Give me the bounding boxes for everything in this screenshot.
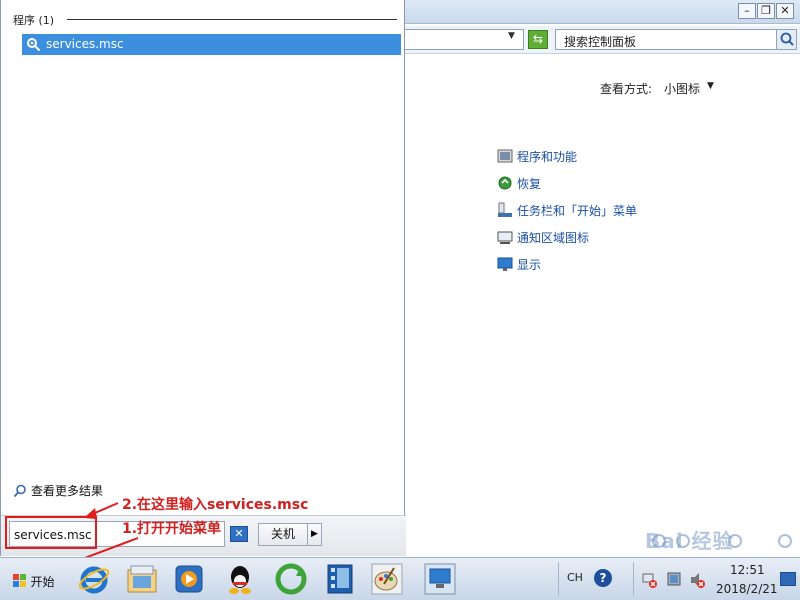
shutdown-options-icon[interactable]: ▶: [308, 523, 322, 546]
qq-icon[interactable]: [223, 562, 257, 596]
highlight-search-box: [5, 516, 97, 549]
more-results-link[interactable]: 查看更多结果: [13, 482, 103, 499]
notification-icon: [497, 229, 513, 245]
section-divider: [67, 19, 397, 20]
explorer-icon[interactable]: [125, 562, 159, 596]
help-icon[interactable]: ?: [594, 569, 612, 587]
cp-item-display[interactable]: 显示: [497, 255, 541, 273]
recovery-icon: [497, 175, 513, 191]
cp-item-label: 程序和功能: [517, 149, 578, 164]
cp-item-label: 通知区域图标: [517, 230, 590, 245]
video-icon[interactable]: [323, 562, 357, 596]
gear-icon: [26, 37, 41, 52]
cp-item-recovery[interactable]: 恢复: [497, 174, 541, 192]
clock-date[interactable]: 2018/2/21: [716, 582, 778, 596]
network-error-icon[interactable]: [642, 572, 658, 588]
start-menu: 程序 (1) services.msc 查看更多结果: [0, 0, 406, 556]
address-dropdown-icon[interactable]: ▼: [508, 31, 515, 41]
cp-item-programs[interactable]: 程序和功能: [497, 147, 577, 165]
cp-item-taskbar[interactable]: 任务栏和「开始」菜单: [497, 201, 637, 219]
address-field[interactable]: [404, 29, 524, 50]
tray-divider: [558, 562, 559, 596]
maximize-button[interactable]: ❐: [757, 3, 775, 19]
close-button[interactable]: ✕: [776, 3, 794, 19]
show-desktop-button[interactable]: [780, 572, 796, 586]
paint-icon[interactable]: [370, 562, 404, 596]
windows-logo-icon: [13, 574, 27, 588]
refresh-app-icon[interactable]: [274, 562, 308, 596]
search-input[interactable]: 搜索控制面板: [555, 29, 797, 50]
watermark-text: Bai 经验: [645, 529, 734, 553]
annotation-step-1: 1.打开开始菜单: [122, 521, 222, 537]
search-icon[interactable]: [776, 30, 796, 49]
search-placeholder: 搜索控制面板: [564, 35, 637, 49]
search-icon: [13, 484, 27, 498]
cp-item-label: 显示: [517, 257, 542, 272]
annotation-step-2: 2.在这里输入services.msc: [122, 497, 309, 513]
cp-item-notification[interactable]: 通知区域图标: [497, 228, 589, 246]
display-icon: [497, 256, 513, 272]
minimize-button[interactable]: –: [738, 3, 756, 19]
cp-item-label: 任务栏和「开始」菜单: [517, 203, 638, 218]
watermark-icon: [778, 534, 792, 548]
shutdown-button[interactable]: 关机: [258, 523, 308, 546]
view-by-label: 查看方式:: [600, 82, 653, 96]
cp-item-label: 恢复: [517, 176, 542, 191]
search-result-label: services.msc: [46, 37, 124, 51]
speaker-error-icon[interactable]: [690, 572, 706, 588]
section-header: 程序 (1): [13, 14, 55, 27]
start-label: 开始: [30, 574, 55, 589]
view-by-dropdown[interactable]: 小图标: [664, 80, 700, 97]
more-results-label: 查看更多结果: [31, 484, 104, 498]
taskbar-icon: [497, 202, 513, 218]
clock-time[interactable]: 12:51: [730, 563, 765, 577]
language-indicator[interactable]: CH: [567, 571, 583, 584]
remote-desktop-icon[interactable]: [423, 562, 457, 596]
refresh-button[interactable]: ⇆: [528, 30, 548, 49]
chevron-down-icon[interactable]: ▼: [707, 81, 714, 91]
search-result-services[interactable]: services.msc: [22, 34, 401, 55]
programs-icon: [497, 148, 513, 164]
start-button[interactable]: 开始: [3, 565, 65, 597]
clear-search-icon[interactable]: ✕: [230, 526, 248, 542]
ie-icon[interactable]: [77, 562, 111, 596]
tray-divider: [633, 562, 634, 596]
monitor-icon[interactable]: [666, 572, 682, 588]
media-player-icon[interactable]: [172, 562, 206, 596]
